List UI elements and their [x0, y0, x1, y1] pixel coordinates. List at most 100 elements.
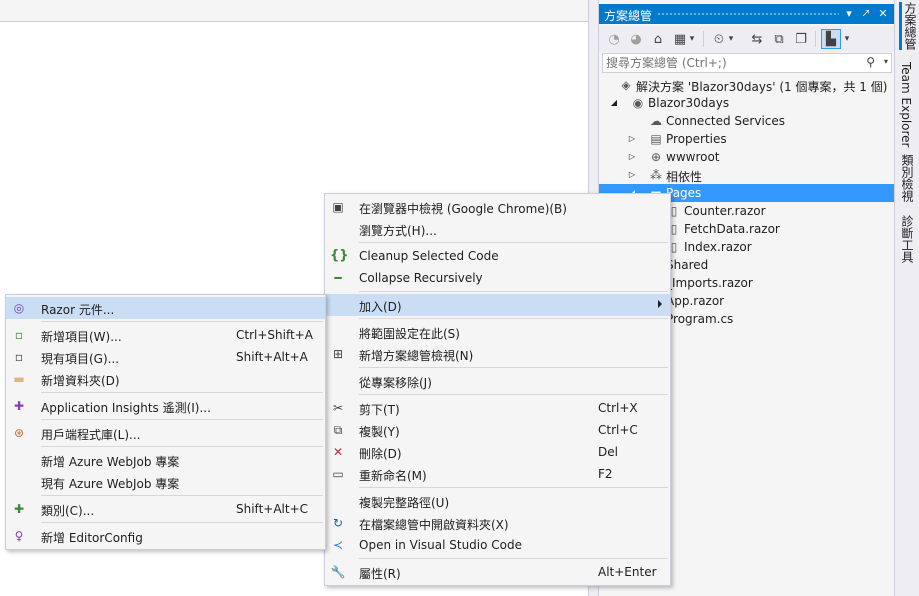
- submenu-new-item[interactable]: ▫ 新增項目(W)... Ctrl+Shift+A: [6, 324, 325, 346]
- search-options-dropdown-icon[interactable]: ▾: [884, 57, 888, 66]
- tree-item-solution[interactable]: ◈ 解決方案 'Blazor30days' (1 個專案，共 1 個): [599, 76, 895, 94]
- tree-item-label: Connected Services: [666, 114, 786, 128]
- menu-item-label: Application Insights 遙測(I)...: [41, 401, 211, 415]
- menu-cut-icon: ✂: [332, 401, 344, 415]
- submenu-new-editorconfig[interactable]: ♀ 新增 EditorConfig: [6, 525, 325, 547]
- menu-delete[interactable]: ✕ 刪除(D) Del: [325, 441, 670, 463]
- search-icon[interactable]: ⚲: [866, 55, 875, 69]
- tree-item-label: App.razor: [666, 294, 725, 308]
- menu-item-label: 類別(C)...: [41, 504, 95, 518]
- menu-item-shortcut: Ctrl+Shift+A: [236, 328, 313, 342]
- submenu-razor-component-icon: ◎: [13, 301, 25, 315]
- solution-explorer-toolbar: ◔ ◕ ⌂ ▦ ▾ ⏲ ▾ ⇆ ⧉ ❐ ▙ ▾: [599, 26, 895, 52]
- submenu-application-insights[interactable]: ✚ Application Insights 遙測(I)...: [6, 395, 325, 417]
- side-tab-class-view[interactable]: 類別檢視: [899, 154, 916, 202]
- solution-explorer-title-bar: 方案總管 ▾ 🡕 ✕: [599, 4, 895, 24]
- menu-item-label: 新增項目(W)...: [41, 330, 122, 344]
- menu-item-label: 瀏覽方式(H)...: [359, 224, 437, 238]
- side-tab-solution-explorer[interactable]: 方案總管: [899, 2, 919, 50]
- search-input[interactable]: [606, 55, 864, 71]
- menu-copy-icon: ⧉: [333, 423, 343, 437]
- submenu-class[interactable]: ✚ 類別(C)... Shift+Alt+C: [6, 498, 325, 520]
- expand-arrow-icon[interactable]: ▷: [627, 166, 637, 184]
- menu-item-label: 重新命名(M): [359, 469, 427, 483]
- submenu-existing-azure-webjob[interactable]: 現有 Azure WebJob 專案: [6, 471, 325, 493]
- forward-icon[interactable]: ◕: [626, 29, 646, 49]
- solution-explorer-title: 方案總管: [604, 9, 653, 23]
- menu-scope-to-this[interactable]: 將範圍設定在此(S): [325, 321, 670, 343]
- menu-item-label: 刪除(D): [359, 447, 402, 461]
- menu-item-label: Razor 元件...: [41, 303, 115, 317]
- submenu-class-icon: ✚: [13, 502, 25, 516]
- menu-copy-full-path[interactable]: 複製完整路徑(U): [325, 490, 670, 512]
- menu-separator: [41, 321, 323, 322]
- submenu-client-library[interactable]: ⊛ 用戶端程式庫(L)...: [6, 422, 325, 444]
- tree-item-project[interactable]: ◢ ◉ Blazor30days: [599, 94, 895, 112]
- submenu-razor-component[interactable]: ◎ Razor 元件...: [6, 297, 325, 319]
- window-position-dropdown-icon[interactable]: ▾: [841, 6, 857, 22]
- menu-separator: [359, 394, 668, 395]
- menu-add[interactable]: 加入(D): [325, 294, 670, 316]
- expand-arrow-icon[interactable]: ▷: [627, 130, 637, 148]
- back-icon[interactable]: ◔: [604, 29, 624, 49]
- menu-separator: [359, 291, 668, 292]
- menu-cut[interactable]: ✂ 剪下(T) Ctrl+X: [325, 397, 670, 419]
- menu-item-label: 新增資料夾(D): [41, 374, 120, 388]
- menu-item-label: 在檔案總管中開啟資料夾(X): [359, 518, 509, 532]
- preview-selected-items-icon[interactable]: ▙: [821, 29, 841, 49]
- menu-separator: [359, 318, 668, 319]
- tree-node-icon: ☁: [650, 114, 662, 128]
- title-grip: [657, 12, 839, 17]
- menu-item-label: 加入(D): [359, 300, 402, 314]
- tree-node-icon: ◈: [621, 78, 631, 92]
- menu-new-solution-explorer-view-icon: ⊞: [332, 347, 344, 361]
- menu-browse-with[interactable]: 瀏覽方式(H)...: [325, 218, 670, 240]
- editor-tab-strip: [0, 0, 588, 22]
- home-icon[interactable]: ⌂: [648, 29, 668, 49]
- pending-changes-dropdown-icon[interactable]: ▾: [726, 29, 736, 49]
- menu-cleanup-selected-code[interactable]: {} Cleanup Selected Code: [325, 245, 670, 267]
- show-all-files-icon[interactable]: ❐: [791, 29, 811, 49]
- menu-collapse-recursively[interactable]: ━ Collapse Recursively: [325, 267, 670, 289]
- switch-views-dropdown-icon[interactable]: ▾: [687, 29, 697, 49]
- submenu-existing-item[interactable]: ▫ 現有項目(G)... Shift+Alt+A: [6, 346, 325, 368]
- tree-item-connected-services[interactable]: ☁ Connected Services: [599, 112, 895, 130]
- menu-open-folder-in-file-explorer[interactable]: ↻ 在檔案總管中開啟資料夾(X): [325, 512, 670, 534]
- side-tab-diagnostic-tools[interactable]: 診斷工具: [899, 215, 916, 263]
- tree-item-properties[interactable]: ▷ ▤ Properties: [599, 130, 895, 148]
- submenu-new-folder[interactable]: ▬ 新增資料夾(D): [6, 368, 325, 390]
- menu-copy[interactable]: ⧉ 複製(Y) Ctrl+C: [325, 419, 670, 441]
- menu-item-label: 現有項目(G)...: [41, 352, 120, 366]
- menu-properties[interactable]: 🔧 屬性(R) Alt+Enter: [325, 561, 670, 583]
- menu-separator: [359, 242, 668, 243]
- menu-rename[interactable]: ▭ 重新命名(M) F2: [325, 463, 670, 485]
- sync-with-document-icon[interactable]: ⇆: [747, 29, 767, 49]
- tree-item-dependencies[interactable]: ▷ ⁂ 相依性: [599, 166, 895, 184]
- expand-arrow-icon[interactable]: ◢: [609, 94, 619, 112]
- submenu-application-insights-icon: ✚: [13, 399, 25, 413]
- menu-item-label: 用戶端程式庫(L)...: [41, 428, 141, 442]
- collapse-all-icon[interactable]: ⧉: [769, 29, 789, 49]
- menu-view-in-browser[interactable]: ▣ 在瀏覽器中檢視 (Google Chrome)(B): [325, 196, 670, 218]
- menu-item-label: 複製完整路徑(U): [359, 496, 450, 510]
- submenu-client-library-icon: ⊛: [13, 426, 25, 440]
- menu-delete-icon: ✕: [332, 445, 344, 459]
- side-tab-team-explorer[interactable]: Team Explorer: [899, 62, 913, 148]
- auto-hide-pin-icon[interactable]: 🡕: [858, 6, 874, 22]
- side-tab-strip: 方案總管 Team Explorer 類別檢視 診斷工具: [894, 0, 919, 596]
- context-menu: ▣ 在瀏覽器中檢視 (Google Chrome)(B) 瀏覽方式(H)... {} C…: [324, 193, 671, 586]
- submenu-new-azure-webjob[interactable]: 新增 Azure WebJob 專案: [6, 449, 325, 471]
- close-icon[interactable]: ✕: [875, 6, 891, 22]
- toolbar-separator: [815, 31, 816, 47]
- menu-rename-icon: ▭: [332, 467, 344, 481]
- preview-dropdown-icon[interactable]: ▾: [842, 29, 852, 49]
- menu-view-in-browser-icon: ▣: [332, 200, 344, 214]
- tree-node-icon: ◉: [632, 96, 644, 110]
- solution-explorer-search[interactable]: ⚲ ▾: [602, 53, 892, 73]
- menu-open-in-vscode[interactable]: ≺ Open in Visual Studio Code: [325, 534, 670, 556]
- menu-item-label: 新增 Azure WebJob 專案: [41, 455, 180, 469]
- tree-item-wwwroot[interactable]: ▷ ⊕ wwwroot: [599, 148, 895, 166]
- menu-new-solution-explorer-view[interactable]: ⊞ 新增方案總管檢視(N): [325, 343, 670, 365]
- expand-arrow-icon[interactable]: ▷: [627, 148, 637, 166]
- menu-exclude-from-project[interactable]: 從專案移除(J): [325, 370, 670, 392]
